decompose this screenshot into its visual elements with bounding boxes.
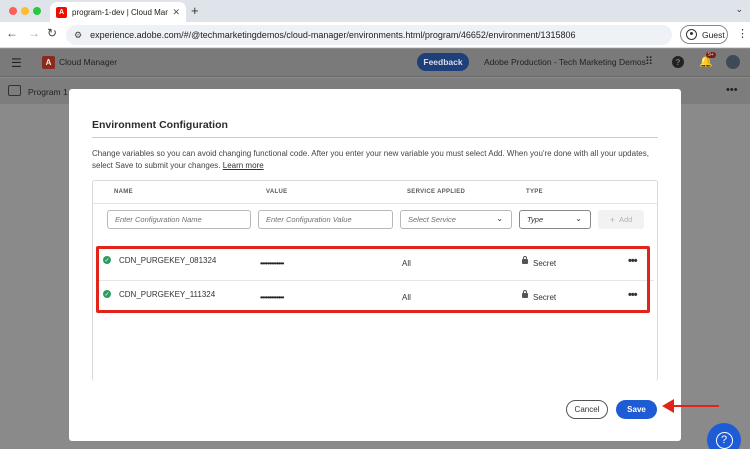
reload-icon[interactable]: ↻ bbox=[47, 26, 57, 40]
maximize-window-button[interactable] bbox=[33, 7, 41, 15]
browser-tab[interactable]: A program-1-dev | Cloud Manag ✕ bbox=[50, 2, 186, 22]
description-text: Change variables so you can avoid changi… bbox=[92, 149, 649, 170]
tab-search-icon[interactable]: ⌄ bbox=[735, 4, 743, 15]
hamburger-menu-icon[interactable]: ☰ bbox=[11, 56, 22, 70]
program-icon bbox=[8, 85, 21, 96]
type-select-label: Type bbox=[527, 215, 544, 224]
service-select-label: Select Service bbox=[408, 215, 456, 224]
divider bbox=[93, 203, 657, 204]
save-button[interactable]: Save bbox=[616, 400, 657, 419]
org-switcher[interactable]: Adobe Production - Tech Marketing Demos bbox=[484, 57, 646, 67]
dialog-description: Change variables so you can avoid changi… bbox=[92, 148, 662, 172]
feedback-button[interactable]: Feedback bbox=[417, 53, 469, 71]
profile-button[interactable]: Guest bbox=[680, 25, 728, 44]
column-header-service: SERVICE APPLIED bbox=[407, 189, 466, 195]
configuration-value-input[interactable]: Enter Configuration Value bbox=[258, 210, 393, 229]
column-header-name: NAME bbox=[114, 189, 133, 195]
help-icon[interactable]: ? bbox=[672, 56, 684, 68]
browser-toolbar: ← → ↻ ⚙ experience.adobe.com/#/@techmark… bbox=[0, 22, 750, 48]
help-fab-button[interactable]: ? bbox=[707, 423, 741, 449]
close-tab-icon[interactable]: ✕ bbox=[172, 7, 180, 18]
arrow-annotation-line bbox=[673, 405, 719, 407]
adobe-favicon-icon: A bbox=[56, 6, 67, 18]
apps-grid-icon[interactable]: ⠿ bbox=[645, 55, 653, 68]
app-header: ☰ A Cloud Manager Feedback Adobe Product… bbox=[0, 49, 750, 77]
highlight-annotation bbox=[96, 246, 650, 313]
minimize-window-button[interactable] bbox=[21, 7, 29, 15]
service-select[interactable]: Select Service ⌄ bbox=[400, 210, 512, 229]
chevron-down-icon: ⌄ bbox=[496, 214, 503, 223]
divider bbox=[92, 137, 658, 138]
new-tab-icon[interactable]: + bbox=[191, 3, 199, 18]
tab-title: program-1-dev | Cloud Manag bbox=[72, 7, 169, 17]
learn-more-link[interactable]: Learn more bbox=[223, 161, 264, 170]
column-header-value: VALUE bbox=[266, 189, 288, 195]
cancel-button[interactable]: Cancel bbox=[566, 400, 608, 419]
person-icon bbox=[686, 29, 697, 40]
notification-badge: 9+ bbox=[706, 52, 716, 58]
add-label: Add bbox=[618, 215, 633, 224]
type-select[interactable]: Type ⌄ bbox=[519, 210, 591, 229]
address-bar[interactable]: ⚙ experience.adobe.com/#/@techmarketingd… bbox=[66, 25, 672, 45]
forward-icon[interactable]: → bbox=[28, 26, 40, 40]
url-text: experience.adobe.com/#/@techmarketingdem… bbox=[90, 30, 576, 40]
question-icon: ? bbox=[715, 431, 733, 449]
chevron-down-icon: ⌄ bbox=[575, 214, 582, 223]
profile-label: Guest bbox=[702, 29, 725, 40]
adobe-logo-icon: A bbox=[42, 56, 55, 69]
more-actions-icon[interactable]: ••• bbox=[726, 84, 738, 96]
app-name: Cloud Manager bbox=[59, 57, 118, 67]
browser-tab-bar: A program-1-dev | Cloud Manag ✕ + ⌄ bbox=[0, 0, 750, 22]
site-info-icon[interactable]: ⚙ bbox=[74, 30, 82, 41]
avatar[interactable] bbox=[726, 55, 740, 69]
configuration-name-input[interactable]: Enter Configuration Name bbox=[107, 210, 251, 229]
column-header-type: TYPE bbox=[526, 189, 543, 195]
dialog-title: Environment Configuration bbox=[92, 119, 228, 131]
browser-menu-icon[interactable]: ⋮ bbox=[737, 27, 748, 40]
back-icon[interactable]: ← bbox=[6, 26, 18, 40]
plus-icon: + bbox=[609, 214, 615, 225]
add-button[interactable]: + Add bbox=[598, 210, 644, 229]
close-window-button[interactable] bbox=[9, 7, 17, 15]
